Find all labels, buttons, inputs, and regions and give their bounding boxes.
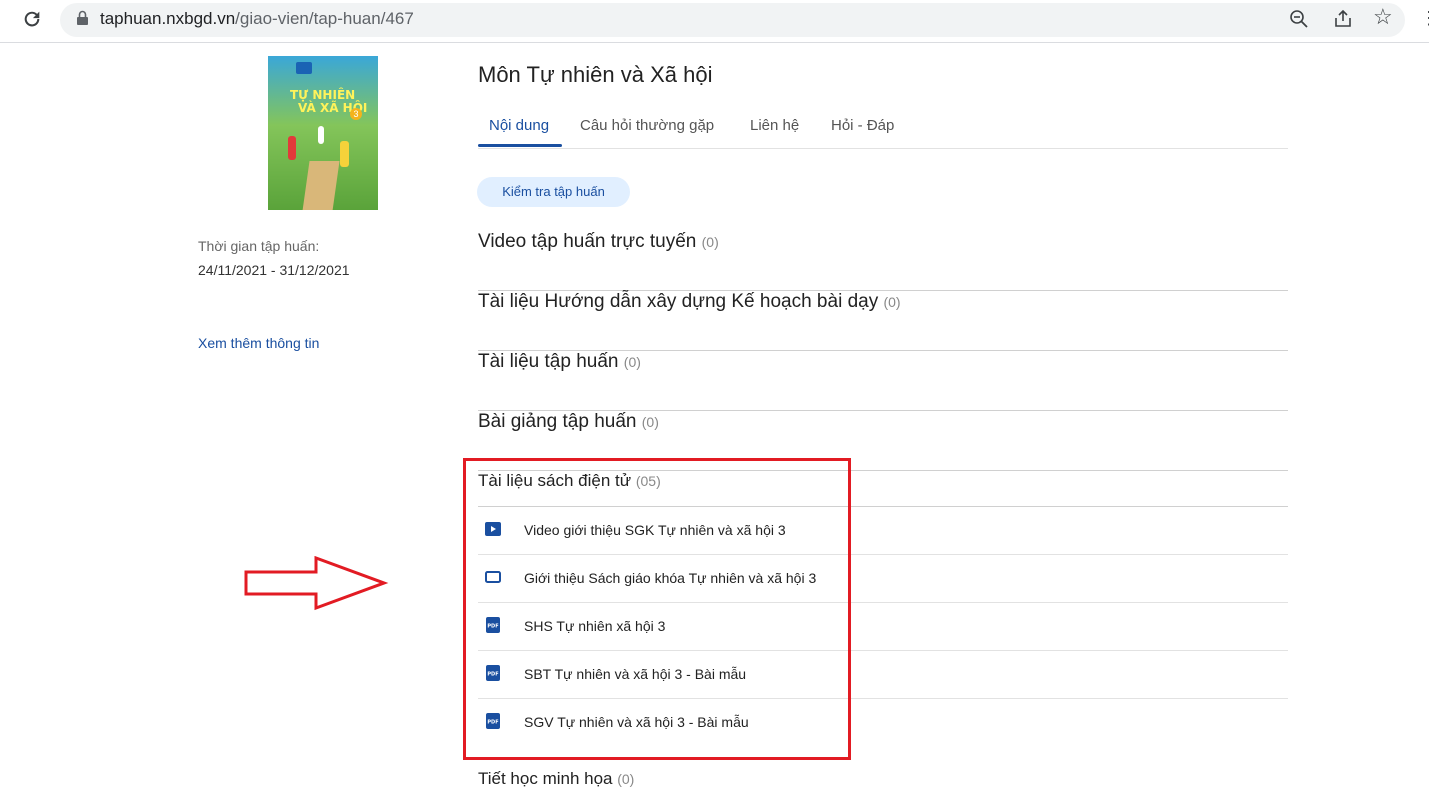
active-tab-indicator	[478, 144, 562, 147]
course-cover-image: TỰ NHIÊN VÀ XÃ HỘI 3	[268, 56, 378, 210]
training-time-value: 24/11/2021 - 31/12/2021	[198, 262, 350, 278]
section-title: Tiết học minh họa	[478, 769, 613, 788]
training-time-label: Thời gian tập huấn:	[198, 238, 320, 254]
browser-toolbar: taphuan.nxbgd.vn/giao-vien/tap-huan/467 …	[0, 0, 1429, 43]
tab-qa[interactable]: Hỏi - Đáp	[831, 117, 894, 134]
section-count: (0)	[617, 771, 635, 787]
section-lesson-plan-guide[interactable]: Tài liệu Hướng dẫn xây dựng Kế hoạch bài…	[478, 291, 1288, 351]
cover-child-illustration	[340, 141, 349, 167]
check-training-button[interactable]: Kiểm tra tập huấn	[477, 177, 630, 207]
tab-faq[interactable]: Câu hỏi thường gặp	[580, 117, 714, 134]
tab-bar: Nội dung Câu hỏi thường gặp Liên hệ Hỏi …	[478, 108, 1288, 149]
cover-title-line1: TỰ NHIÊN	[290, 88, 356, 102]
annotation-arrow	[244, 555, 389, 611]
section-training-docs[interactable]: Tài liệu tập huấn (0)	[478, 351, 1288, 411]
share-icon[interactable]	[1333, 9, 1353, 29]
tab-content[interactable]: Nội dung	[489, 117, 549, 134]
section-title: Bài giảng tập huấn	[478, 411, 637, 432]
cover-path-illustration	[302, 161, 340, 210]
section-demo-lessons[interactable]: Tiết học minh họa (0)	[478, 769, 1288, 792]
highlight-box	[463, 458, 851, 760]
kebab-menu-icon[interactable]: ⋮	[1420, 8, 1429, 29]
more-info-link[interactable]: Xem thêm thông tin	[198, 335, 319, 351]
lock-icon[interactable]	[76, 10, 89, 26]
section-count: (0)	[623, 354, 641, 370]
publisher-logo	[296, 62, 312, 74]
reload-icon[interactable]	[21, 8, 43, 30]
section-title: Tài liệu tập huấn	[478, 351, 619, 372]
zoom-icon[interactable]	[1289, 9, 1309, 29]
url-text[interactable]: taphuan.nxbgd.vn/giao-vien/tap-huan/467	[100, 9, 414, 29]
bookmark-star-icon[interactable]: ☆	[1373, 4, 1393, 30]
url-path: /giao-vien/tap-huan/467	[235, 9, 414, 28]
cover-child-illustration	[288, 136, 296, 160]
section-count: (0)	[883, 294, 901, 310]
cover-grade-badge: 3	[350, 108, 362, 120]
section-video-training[interactable]: Video tập huấn trực tuyến (0)	[478, 231, 1288, 291]
tab-contact[interactable]: Liên hệ	[750, 117, 799, 134]
section-count: (0)	[641, 414, 659, 430]
url-domain: taphuan.nxbgd.vn	[100, 9, 236, 28]
section-title: Tài liệu Hướng dẫn xây dựng Kế hoạch bài…	[478, 291, 879, 312]
section-title: Video tập huấn trực tuyến	[478, 231, 697, 252]
cover-child-illustration	[318, 126, 324, 144]
page-title: Môn Tự nhiên và Xã hội	[478, 62, 713, 87]
section-count: (0)	[701, 234, 719, 250]
